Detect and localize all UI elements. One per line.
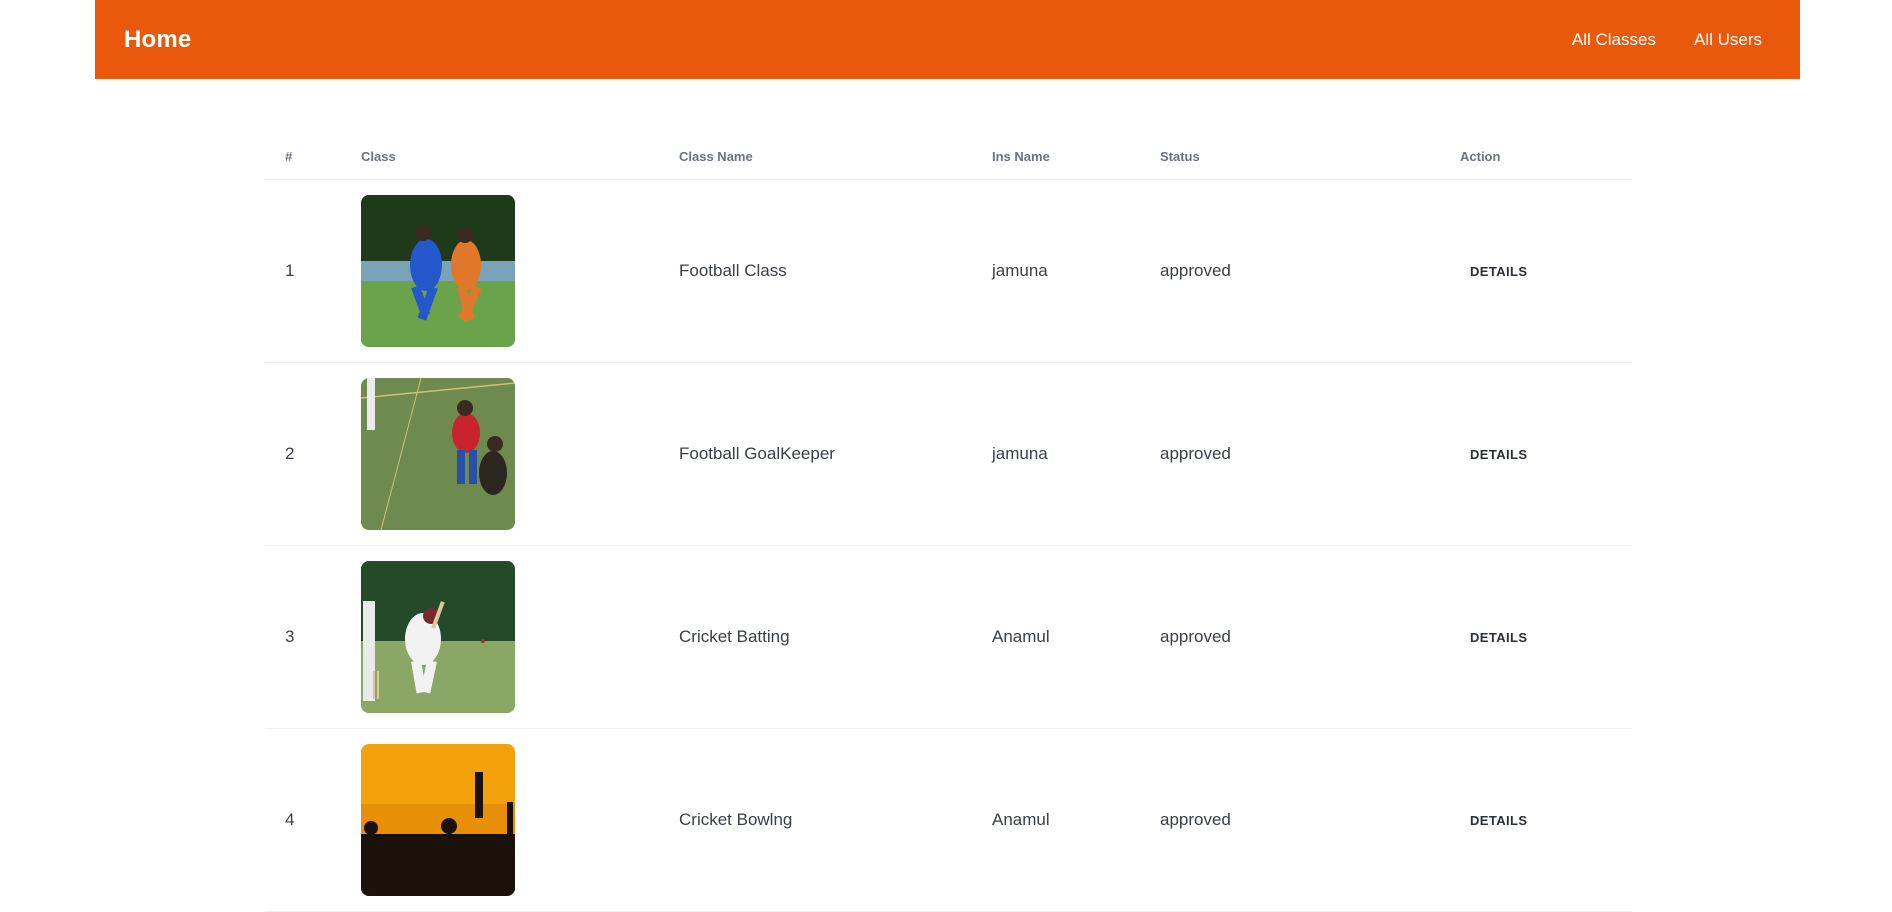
nav-links: All Classes All Users [1572, 30, 1762, 50]
header-index: # [265, 134, 341, 180]
details-button[interactable]: DETAILS [1460, 807, 1537, 834]
row-class-name: Cricket Bowlng [659, 728, 972, 912]
classes-table: # Class Class Name Ins Name Status Actio… [265, 134, 1632, 912]
cricket-bowling-image [361, 744, 515, 896]
classes-table-container: # Class Class Name Ins Name Status Actio… [265, 134, 1632, 912]
header-class-name: Class Name [659, 134, 972, 180]
details-button[interactable]: DETAILS [1460, 258, 1537, 285]
header-action: Action [1440, 134, 1632, 180]
table-header-row: # Class Class Name Ins Name Status Actio… [265, 134, 1632, 180]
table-row: 2 Football GoalKeeper jamuna approved DE… [265, 362, 1632, 546]
header-status: Status [1140, 134, 1440, 180]
row-ins-name: jamuna [972, 362, 1140, 546]
details-button[interactable]: DETAILS [1460, 441, 1537, 468]
row-class-name: Cricket Batting [659, 545, 972, 729]
row-index: 1 [265, 179, 341, 363]
header-ins-name: Ins Name [972, 134, 1140, 180]
row-status: approved [1140, 362, 1440, 546]
row-index: 4 [265, 728, 341, 912]
table-row: 4 Cricket Bowlng Anamul approved DETAILS [265, 728, 1632, 912]
row-status: approved [1140, 545, 1440, 729]
table-row: 1 Football Class jamuna approved DETAILS [265, 179, 1632, 363]
details-button[interactable]: DETAILS [1460, 624, 1537, 651]
row-ins-name: jamuna [972, 179, 1140, 363]
all-users-link[interactable]: All Users [1694, 30, 1762, 50]
row-index: 2 [265, 362, 341, 546]
home-link[interactable]: Home [124, 26, 191, 54]
cricket-batting-image [361, 561, 515, 713]
row-class-name: Football Class [659, 179, 972, 363]
football-players-image [361, 195, 515, 347]
row-class-name: Football GoalKeeper [659, 362, 972, 546]
row-status: approved [1140, 728, 1440, 912]
top-navbar: Home All Classes All Users [95, 0, 1800, 79]
row-index: 3 [265, 545, 341, 729]
table-row: 3 Cricket Batting Anamul approved DETAIL… [265, 545, 1632, 729]
football-goalkeeper-image [361, 378, 515, 530]
row-ins-name: Anamul [972, 728, 1140, 912]
row-status: approved [1140, 179, 1440, 363]
row-ins-name: Anamul [972, 545, 1140, 729]
header-class: Class [341, 134, 659, 180]
all-classes-link[interactable]: All Classes [1572, 30, 1656, 50]
